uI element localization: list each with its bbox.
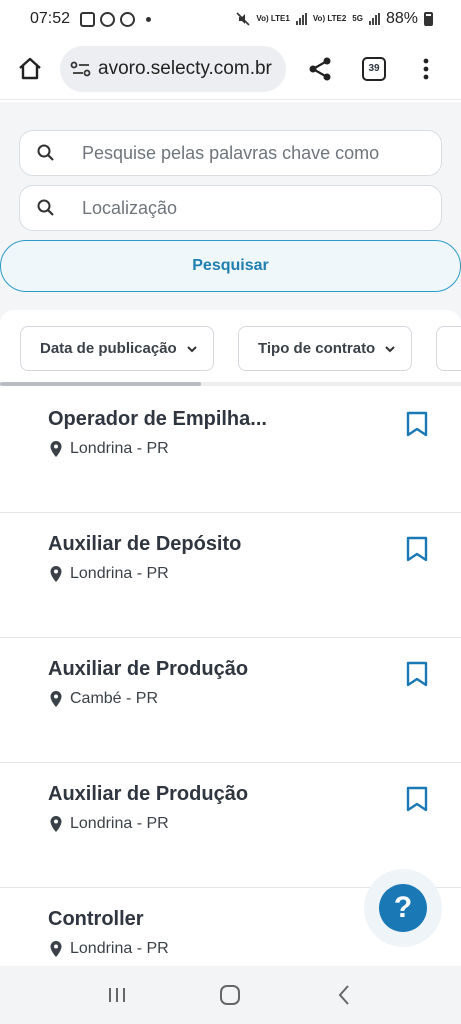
job-title[interactable]: Auxiliar de Produção <box>48 658 248 681</box>
filter-bar: Data de publicação Tipo de contrato <box>0 310 461 388</box>
job-card[interactable]: Operador de Empilha... Londrina - PR <box>0 388 461 513</box>
whatsapp-business-icon <box>120 11 136 27</box>
share-icon <box>309 57 331 80</box>
filter-scrollbar[interactable] <box>0 382 201 386</box>
filter-more-partial[interactable] <box>436 326 461 371</box>
more-notifications-icon <box>146 16 152 22</box>
job-location: Cambé - PR <box>70 690 159 707</box>
bookmark-icon[interactable] <box>404 660 430 688</box>
help-button[interactable]: ? <box>364 869 442 947</box>
job-card[interactable]: Auxiliar de Produção Londrina - PR <box>0 763 461 888</box>
browser-toolbar: avoro.selecty.com.br 39 <box>0 38 461 100</box>
back-button[interactable] <box>324 975 364 1015</box>
job-title[interactable]: Operador de Empilha... <box>48 408 267 431</box>
gallery-icon <box>80 11 96 27</box>
keywords-field[interactable]: Pesquise pelas palavras chave como <box>19 130 442 176</box>
job-card[interactable]: Auxiliar de Depósito Londrina - PR <box>0 513 461 638</box>
status-time: 07:52 <box>30 10 71 27</box>
menu-button[interactable] <box>410 53 442 85</box>
filter-label: Tipo de contrato <box>258 340 376 357</box>
mute-icon <box>236 12 250 26</box>
address-bar[interactable]: avoro.selecty.com.br <box>60 45 286 92</box>
location-input[interactable]: Localização <box>82 198 177 219</box>
home-nav-button[interactable] <box>210 975 250 1015</box>
location-pin-icon <box>50 816 62 832</box>
job-location: Londrina - PR <box>70 940 169 957</box>
location-pin-icon <box>50 941 62 957</box>
recent-apps-icon <box>108 988 125 1002</box>
home-icon <box>19 57 41 79</box>
tabs-button[interactable]: 39 <box>362 56 386 81</box>
location-pin-icon <box>50 691 62 707</box>
system-nav-bar <box>0 966 461 1024</box>
site-settings-icon <box>70 61 91 76</box>
filter-publication-date[interactable]: Data de publicação <box>20 326 214 371</box>
search-panel: Pesquise pelas palavras chave como Local… <box>0 102 461 310</box>
filter-contract-type[interactable]: Tipo de contrato <box>238 326 413 371</box>
5g-indicator: 5G <box>352 14 363 23</box>
chevron-down-icon <box>385 345 395 352</box>
status-bar: 07:52 Vo) LTE1 Vo) LTE2 5G 88% <box>0 0 461 38</box>
filter-label: Data de publicação <box>40 340 177 357</box>
keywords-input[interactable]: Pesquise pelas palavras chave como <box>82 143 379 164</box>
battery-icon <box>424 12 433 26</box>
job-location: Londrina - PR <box>70 815 169 832</box>
bookmark-icon[interactable] <box>404 410 430 438</box>
back-icon <box>338 985 349 1005</box>
help-icon: ? <box>379 884 427 932</box>
location-pin-icon <box>50 441 62 457</box>
bookmark-icon[interactable] <box>404 535 430 563</box>
home-nav-icon <box>220 985 241 1005</box>
job-location: Londrina - PR <box>70 565 169 582</box>
signal-1-icon <box>295 13 307 25</box>
job-location: Londrina - PR <box>70 440 169 457</box>
recent-apps-button[interactable] <box>97 975 137 1015</box>
home-button[interactable] <box>14 53 46 85</box>
more-vert-icon <box>423 58 429 79</box>
battery-percent: 88% <box>385 10 418 27</box>
location-pin-icon <box>50 566 62 582</box>
job-title[interactable]: Controller <box>48 908 144 931</box>
search-button[interactable]: Pesquisar <box>0 240 461 292</box>
chevron-down-icon <box>187 345 197 352</box>
search-icon <box>37 144 54 161</box>
job-card[interactable]: Auxiliar de Produção Cambé - PR <box>0 638 461 763</box>
whatsapp-icon <box>100 11 116 27</box>
location-field[interactable]: Localização <box>19 185 442 231</box>
job-title[interactable]: Auxiliar de Depósito <box>48 533 241 556</box>
lte1-indicator: Vo) LTE1 <box>256 14 290 23</box>
url-text: avoro.selecty.com.br <box>98 57 272 79</box>
signal-2-icon <box>368 13 380 25</box>
bookmark-icon[interactable] <box>404 785 430 813</box>
share-button[interactable] <box>304 53 336 85</box>
lte2-indicator: Vo) LTE2 <box>312 14 347 23</box>
search-icon <box>37 199 54 216</box>
job-title[interactable]: Auxiliar de Produção <box>48 783 248 806</box>
